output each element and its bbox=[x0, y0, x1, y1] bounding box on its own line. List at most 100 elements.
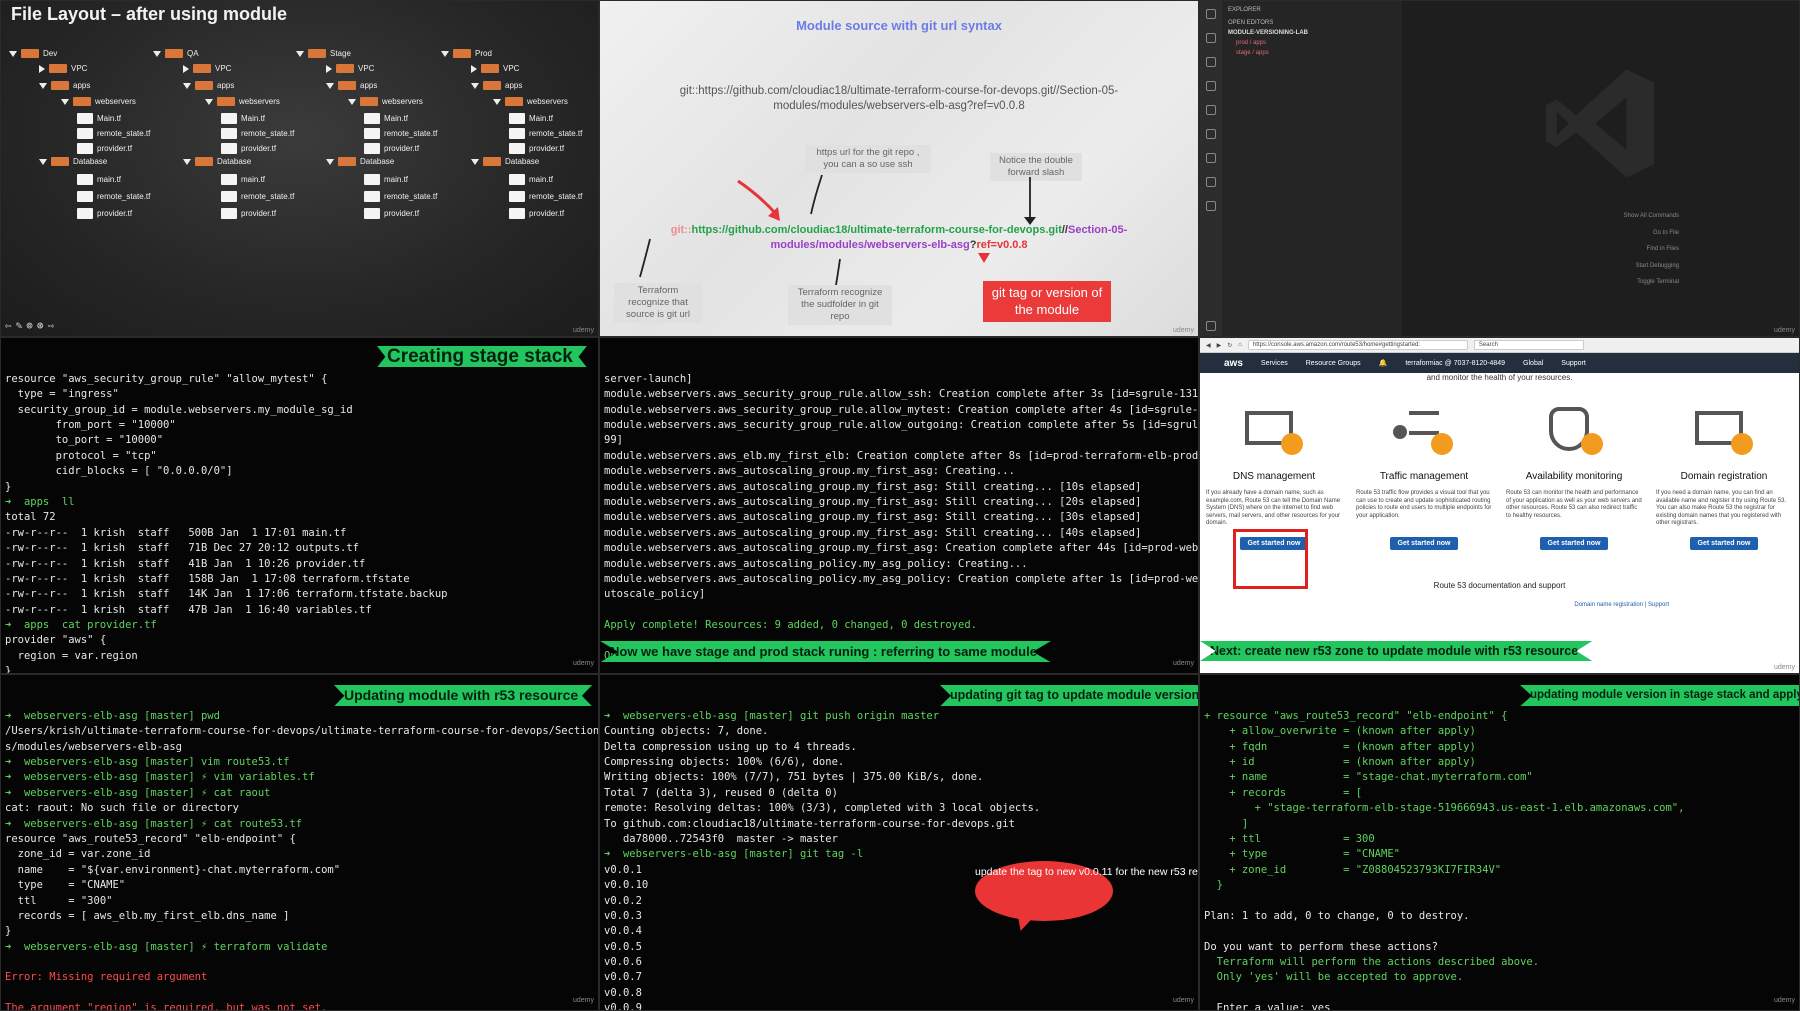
bookmark-icon[interactable] bbox=[1206, 129, 1216, 139]
get-started-traffic-button[interactable]: Get started now bbox=[1389, 537, 1459, 550]
terminal-line: name = "${var.environment}-chat.myterraf… bbox=[5, 863, 341, 876]
tree-label: Main.tf bbox=[241, 114, 266, 123]
folder-icon bbox=[193, 64, 211, 73]
terminal-line: + type = "CNAME" bbox=[1204, 848, 1400, 861]
aws-logo[interactable]: aws bbox=[1224, 358, 1243, 369]
pen-icon[interactable]: ✎ bbox=[16, 319, 23, 332]
settings-gear-icon[interactable] bbox=[1206, 321, 1216, 331]
terminal-line: Plan: 1 to add, 0 to change, 0 to destro… bbox=[1204, 909, 1470, 922]
nav-services[interactable]: Services bbox=[1261, 360, 1288, 367]
terminal-line: remote: Resolving deltas: 100% (3/3), co… bbox=[604, 802, 1041, 815]
zoom-icon[interactable]: ⊛ bbox=[37, 319, 44, 332]
panel-terminal-module[interactable]: ➜ webservers-elb-asg [master] pwd/Users/… bbox=[0, 674, 599, 1011]
address-bar[interactable]: https://console.aws.amazon.com/route53/h… bbox=[1247, 340, 1468, 350]
panel-terminal-plan[interactable]: + resource "aws_route53_record" "elb-end… bbox=[1199, 674, 1800, 1011]
link-domain-registration[interactable]: Domain name registration bbox=[1574, 602, 1643, 608]
slide-toolbar[interactable]: ⇦ ✎ ⊚ ⊛ ⇨ bbox=[5, 319, 54, 332]
bell-icon[interactable]: 🔔 bbox=[1379, 359, 1388, 367]
intro-text: and monitor the health of your resources… bbox=[1426, 373, 1573, 382]
terminal-line: v0.0.8 bbox=[604, 986, 642, 999]
docker-icon[interactable] bbox=[1206, 201, 1216, 211]
home-icon[interactable]: ⌂ bbox=[1238, 342, 1242, 348]
expand-arrow-icon bbox=[205, 98, 213, 105]
terminal-line: Delta compression using up to 4 threads. bbox=[604, 740, 857, 753]
nav-region[interactable]: Global bbox=[1523, 360, 1543, 367]
banner-updating-module: Updating module with r53 resource bbox=[334, 685, 593, 707]
tree-label: VPC bbox=[215, 64, 232, 73]
terminal-line: ➜ apps cat provider.tf bbox=[5, 619, 157, 632]
folder-icon bbox=[338, 157, 356, 166]
project-folder[interactable]: MODULE-VERSIONING-LAB bbox=[1228, 30, 1308, 36]
file-icon bbox=[509, 191, 525, 202]
url-section: Section-05- bbox=[1067, 224, 1128, 236]
next-slide-icon[interactable]: ⇨ bbox=[48, 319, 55, 332]
terminal-line: + "stage-terraform-elb-stage-519666943.u… bbox=[1204, 802, 1685, 815]
explorer-icon[interactable] bbox=[1206, 9, 1216, 19]
remote-icon[interactable] bbox=[1206, 177, 1216, 187]
tree-label: main.tf bbox=[529, 175, 554, 184]
tree-label: VPC bbox=[358, 64, 375, 73]
cmd-show-all[interactable]: Show All Commands bbox=[1624, 208, 1679, 225]
terminal-line: v0.0.6 bbox=[604, 956, 642, 969]
terminal-line: Apply complete! Resources: 9 added, 0 ch… bbox=[604, 619, 977, 632]
debug-icon[interactable] bbox=[1206, 81, 1216, 91]
terminal-line: + resource "aws_route53_record" "elb-end… bbox=[1204, 709, 1508, 722]
git-icon[interactable] bbox=[1206, 153, 1216, 163]
nav-support[interactable]: Support bbox=[1561, 360, 1586, 367]
file-item: Main.tf bbox=[509, 113, 553, 124]
panel-terminal-git-tag[interactable]: ➜ webservers-elb-asg [master] git push o… bbox=[599, 674, 1199, 1011]
get-started-domain-button[interactable]: Get started now bbox=[1689, 537, 1759, 550]
forward-icon[interactable]: ▶ bbox=[1217, 342, 1222, 349]
cmd-go-to-file[interactable]: Go to File bbox=[1624, 225, 1679, 242]
terminal-line: Enter a value: yes bbox=[1204, 1002, 1331, 1011]
tree-label: webservers bbox=[95, 97, 136, 106]
folder-item: Stage bbox=[296, 49, 351, 58]
extensions-icon[interactable] bbox=[1206, 105, 1216, 115]
get-started-availability-button[interactable]: Get started now bbox=[1539, 537, 1609, 550]
terminal-line: module.webservers.aws_elb.my_first_elb: … bbox=[604, 449, 1199, 462]
tree-label: VPC bbox=[71, 64, 88, 73]
file-item: provider.tf bbox=[77, 208, 132, 219]
expand-arrow-icon bbox=[493, 98, 501, 105]
note-git-source: Terraform recognize that source is git u… bbox=[614, 283, 702, 323]
panel-aws-route53: ◀ ▶ ↻ ⌂ https://console.aws.amazon.com/r… bbox=[1199, 337, 1800, 674]
browser-search[interactable]: Search bbox=[1473, 340, 1584, 350]
card-domain: Domain registration If you need a domain… bbox=[1650, 393, 1798, 550]
cmd-toggle-terminal[interactable]: Toggle Terminal bbox=[1624, 274, 1679, 291]
expand-arrow-icon bbox=[326, 64, 332, 73]
file-item: remote_state.tf bbox=[509, 191, 582, 202]
terminal-line: module.webservers.aws_autoscaling_group.… bbox=[604, 480, 1142, 493]
terminal-line: Only 'yes' will be accepted to approve. bbox=[1204, 971, 1464, 984]
panel-terminal-apply[interactable]: server-launch] module.webservers.aws_secu… bbox=[599, 337, 1199, 674]
tree-label: apps bbox=[73, 81, 91, 90]
cmd-start-debugging[interactable]: Start Debugging bbox=[1624, 258, 1679, 275]
panel-terminal-stage[interactable]: resource "aws_security_group_rule" "allo… bbox=[0, 337, 599, 674]
back-icon[interactable]: ◀ bbox=[1206, 342, 1211, 349]
terminal-line: ➜ webservers-elb-asg [master] pwd bbox=[5, 709, 220, 722]
arrow-subfolder bbox=[835, 258, 841, 286]
folder-stage[interactable]: stage / apps bbox=[1236, 50, 1269, 56]
reload-icon[interactable]: ↻ bbox=[1227, 342, 1232, 349]
open-editors[interactable]: OPEN EDITORS bbox=[1228, 20, 1273, 26]
file-icon bbox=[509, 208, 525, 219]
link-support[interactable]: Support bbox=[1648, 602, 1669, 608]
folder-prod[interactable]: prod / apps bbox=[1236, 40, 1266, 46]
nav-resource-groups[interactable]: Resource Groups bbox=[1306, 360, 1361, 367]
source-control-icon[interactable] bbox=[1206, 57, 1216, 67]
tree-label: provider.tf bbox=[241, 144, 277, 153]
watermark: udemy bbox=[1773, 664, 1795, 671]
cmd-find-in-files[interactable]: Find in Files bbox=[1624, 241, 1679, 258]
tree-label: remote_state.tf bbox=[241, 192, 295, 201]
file-item: main.tf bbox=[364, 174, 408, 185]
watermark: udemy bbox=[1172, 327, 1194, 334]
card-availability: Availability monitoring Route 53 can mon… bbox=[1500, 393, 1648, 550]
nav-account[interactable]: terraformiac @ 7037-8120-4849 bbox=[1405, 360, 1505, 367]
search-icon[interactable] bbox=[1206, 33, 1216, 43]
file-item: provider.tf bbox=[221, 143, 276, 154]
options-icon[interactable]: ⊚ bbox=[26, 319, 33, 332]
terminal-line: module.webservers.aws_autoscaling_group.… bbox=[604, 542, 1199, 555]
prev-slide-icon[interactable]: ⇦ bbox=[5, 319, 12, 332]
terminal-line: zone_id = var.zone_id bbox=[5, 848, 151, 861]
